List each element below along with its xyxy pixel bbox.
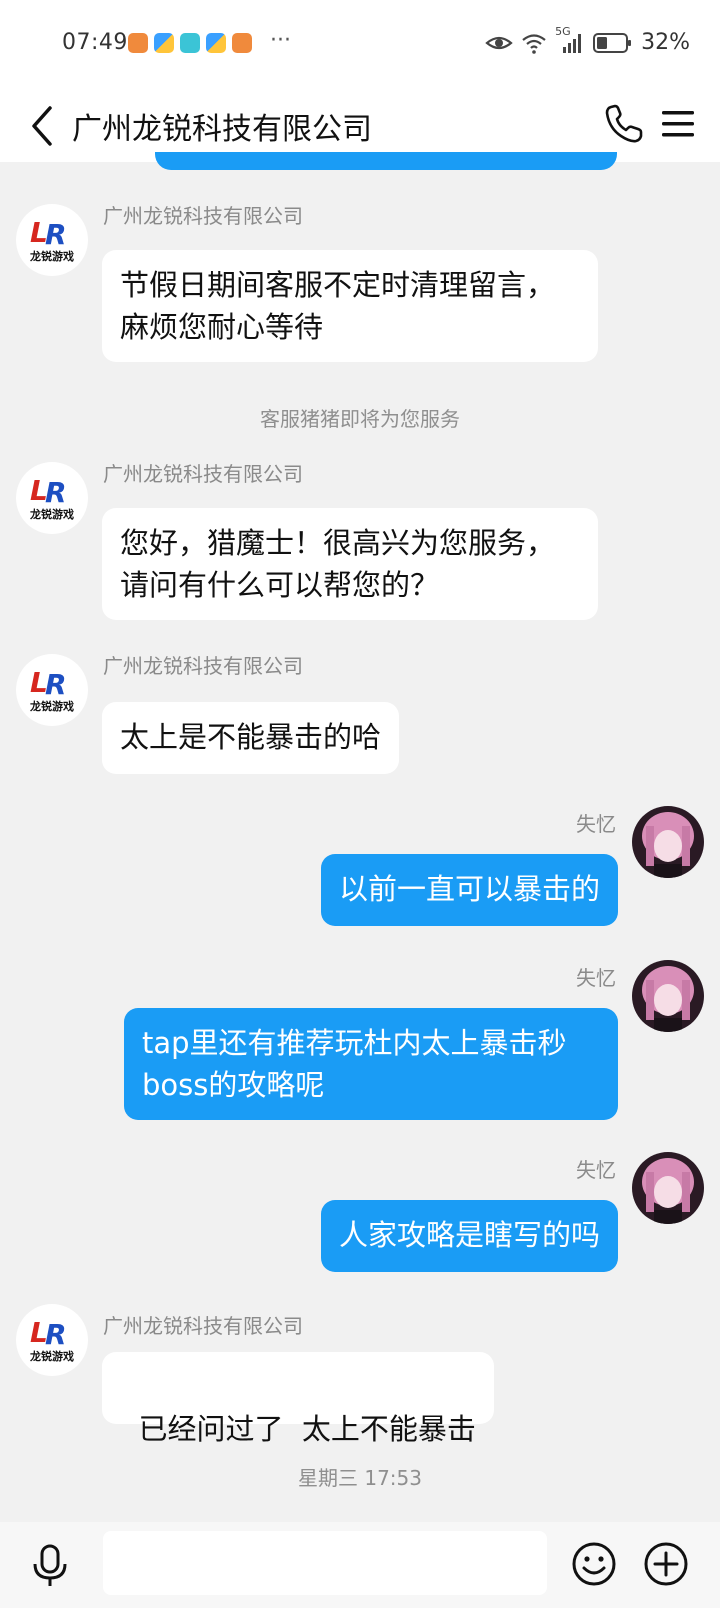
user-avatar-image (632, 806, 704, 878)
app-notification-icon (206, 33, 226, 53)
notification-icons (128, 33, 252, 53)
app-notification-icon (232, 33, 252, 53)
battery-percent: 32% (641, 30, 690, 55)
previous-message-bubble[interactable] (155, 152, 617, 170)
sender-name: 失忆 (576, 966, 616, 990)
status-bar: 07:49 ··· 5G 32% (0, 0, 720, 90)
message-bubble-incoming[interactable]: 节假日期间客服不定时清理留言， 麻烦您耐心等待 (102, 250, 598, 362)
emoji-button[interactable] (570, 1540, 618, 1588)
chat-title: 广州龙锐科技有限公司 (72, 112, 372, 147)
company-logo-icon: L R 龙锐游戏 (29, 216, 74, 263)
svg-text:R: R (45, 1318, 67, 1351)
app-notification-icon (180, 33, 200, 53)
svg-text:龙锐游戏: 龙锐游戏 (29, 507, 74, 521)
message-input[interactable] (103, 1531, 547, 1595)
message-bubble-outgoing[interactable]: tap里还有推荐玩杜内太上暴击秒 boss的攻略呢 (124, 1008, 618, 1120)
company-avatar[interactable]: L R 龙锐游戏 (16, 1304, 88, 1376)
message-text-line: boss的攻略呢 (142, 1068, 325, 1102)
user-avatar[interactable] (632, 960, 704, 1032)
user-avatar-image (632, 1152, 704, 1224)
user-avatar-image (632, 960, 704, 1032)
sender-name: 广州龙锐科技有限公司 (103, 1314, 303, 1338)
company-logo-icon: L R 龙锐游戏 (29, 1316, 74, 1363)
more-actions-button[interactable] (642, 1540, 690, 1588)
battery-icon (593, 32, 632, 53)
message-bubble-outgoing[interactable]: 以前一直可以暴击的 (320, 854, 618, 926)
message-text-line: 麻烦您耐心等待 (120, 310, 324, 344)
company-avatar[interactable]: L R 龙锐游戏 (16, 654, 88, 726)
message-text: 人家攻略是瞎写的吗 (338, 1218, 600, 1252)
more-notifications-icon: ··· (270, 28, 291, 53)
message-text-line: 请问有什么可以帮您的？ (120, 568, 440, 602)
menu-button[interactable] (656, 102, 700, 146)
voice-input-button[interactable] (28, 1542, 72, 1590)
message-text: 太上是不能暴击的哈 (120, 720, 382, 754)
signal-icon: 5G (555, 25, 585, 55)
message-bubble-incoming[interactable]: 您好，猎魔士！很高兴为您服务， 请问有什么可以帮您的？ (102, 508, 598, 620)
wifi-icon (522, 33, 546, 54)
timestamp: 星期三 17:53 (298, 1466, 422, 1490)
sender-name: 广州龙锐科技有限公司 (103, 654, 303, 678)
message-text-line: tap里还有推荐玩杜内太上暴击秒 (142, 1026, 567, 1060)
system-status: 5G 32% (485, 25, 690, 55)
message-text-line: 您好，猎魔士！很高兴为您服务， (120, 526, 556, 560)
message-text: 以前一直可以暴击的 (338, 872, 600, 906)
phone-call-button[interactable] (602, 102, 646, 146)
svg-text:R: R (45, 668, 67, 701)
company-logo-icon: L R 龙锐游戏 (29, 666, 74, 713)
message-bubble-outgoing[interactable]: 人家攻略是瞎写的吗 (320, 1200, 618, 1272)
message-text: 已经问过了 太上不能暴击 (138, 1412, 476, 1446)
clock: 07:49 (62, 30, 128, 55)
user-avatar[interactable] (632, 1152, 704, 1224)
svg-text:R: R (45, 476, 67, 509)
svg-text:龙锐游戏: 龙锐游戏 (29, 249, 74, 263)
company-avatar[interactable]: L R 龙锐游戏 (16, 462, 88, 534)
message-bubble-incoming[interactable]: 已经问过了 太上不能暴击 (102, 1352, 494, 1446)
eye-icon (485, 36, 513, 49)
system-notice: 客服猪猪即将为您服务 (260, 407, 460, 431)
message-text-line: 节假日期间客服不定时清理留言， (120, 268, 556, 302)
sender-name: 广州龙锐科技有限公司 (103, 204, 303, 228)
app-notification-icon (128, 33, 148, 53)
input-bar (0, 1522, 720, 1608)
svg-text:R: R (45, 218, 67, 251)
user-avatar[interactable] (632, 806, 704, 878)
svg-text:龙锐游戏: 龙锐游戏 (29, 699, 74, 713)
message-bubble-incoming[interactable]: 太上是不能暴击的哈 (102, 702, 400, 774)
back-button[interactable] (20, 100, 64, 152)
company-logo-icon: L R 龙锐游戏 (29, 474, 74, 521)
svg-text:龙锐游戏: 龙锐游戏 (29, 1349, 74, 1363)
app-notification-icon (154, 33, 174, 53)
sender-name: 失忆 (576, 812, 616, 836)
sender-name: 失忆 (576, 1158, 616, 1182)
company-avatar[interactable]: L R 龙锐游戏 (16, 204, 88, 276)
sender-name: 广州龙锐科技有限公司 (103, 462, 303, 486)
